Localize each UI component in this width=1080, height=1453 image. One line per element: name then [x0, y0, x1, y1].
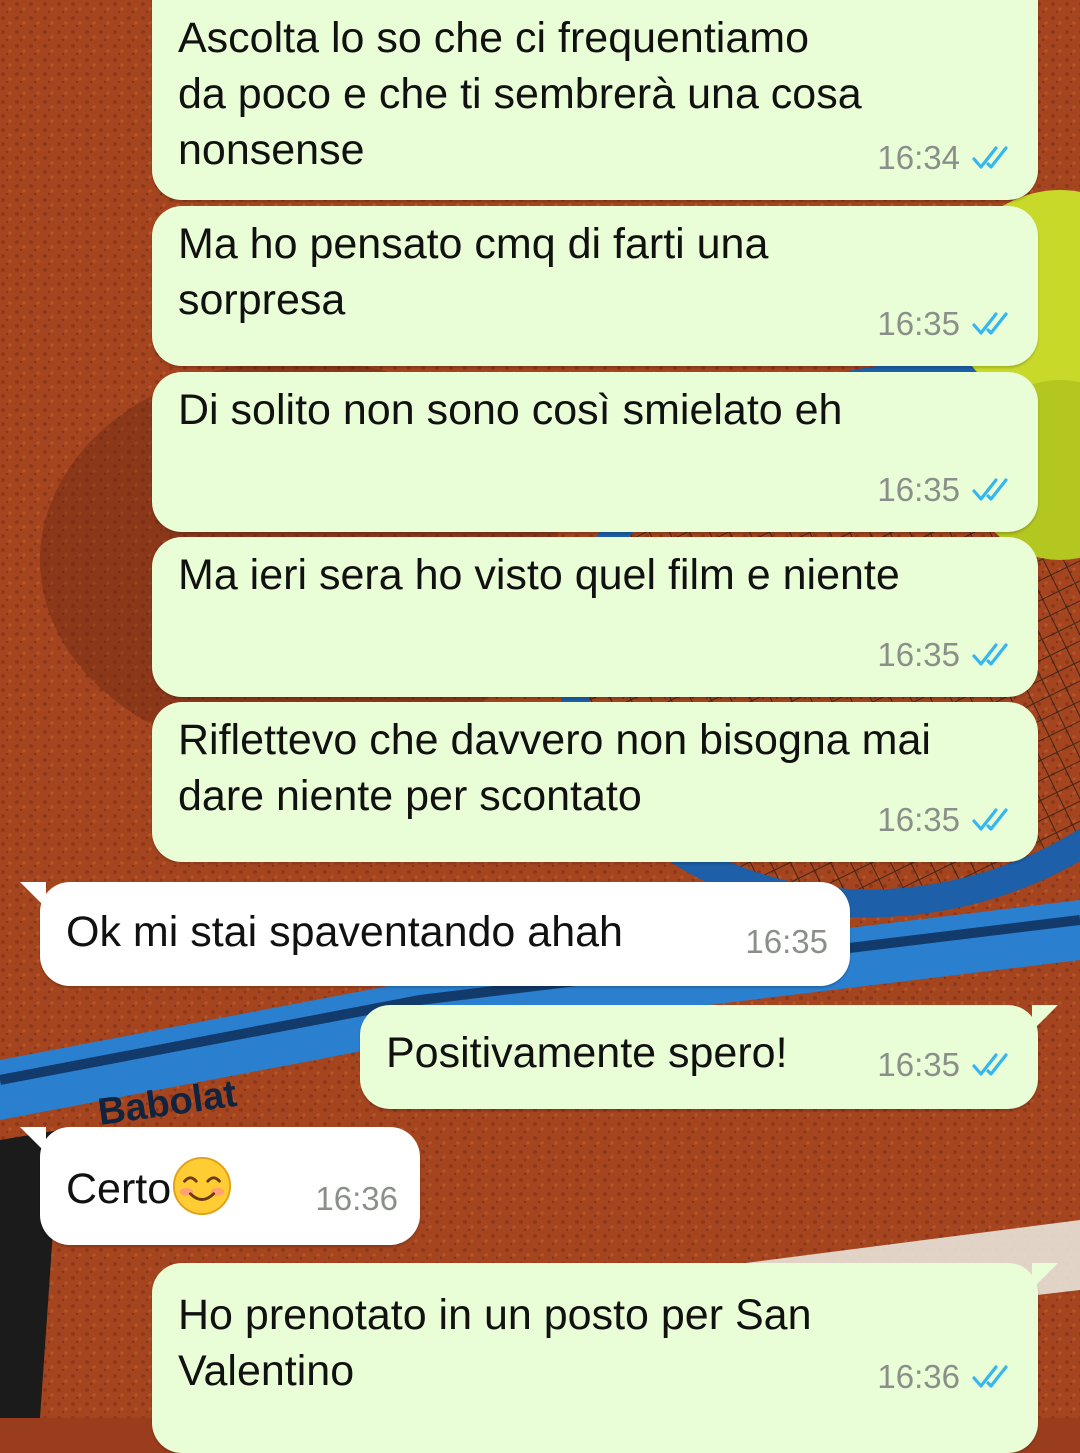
message-bubble-incoming[interactable]: Certo 16:36 — [20, 1127, 420, 1245]
message-time: 16:35 — [877, 636, 960, 673]
message-text: Certo — [66, 1165, 172, 1213]
read-receipt-icon — [972, 146, 1008, 169]
message-bubble-outgoing[interactable]: Riflettevo che davvero non bisogna mai d… — [152, 702, 1038, 862]
message-time: 16:35 — [745, 923, 828, 960]
message-bubble-outgoing[interactable]: Ma ieri sera ho visto quel film e niente… — [152, 537, 1038, 697]
message-time: 16:36 — [315, 1180, 398, 1217]
message-bubble-incoming[interactable]: Ok mi stai spaventando ahah 16:35 — [20, 882, 850, 986]
message-bubble-outgoing[interactable]: Ascolta lo so che ci frequentiamo da poc… — [152, 0, 1038, 200]
read-receipt-icon — [972, 643, 1008, 666]
message-meta: 16:35 — [745, 914, 828, 970]
read-receipt-icon — [972, 808, 1008, 831]
message-meta: 16:35 — [877, 296, 1016, 352]
smiling-face-icon — [173, 1156, 232, 1216]
message-text: Ok mi stai spaventando ahah — [66, 908, 623, 956]
message-text: Di solito non sono così smielato eh — [178, 386, 843, 434]
message-meta: 16:35 — [877, 792, 1016, 848]
message-bubble-outgoing[interactable]: Ma ho pensato cmq di farti una sorpresa … — [152, 206, 1038, 366]
message-meta: 16:35 — [877, 1037, 1016, 1093]
message-text: Ma ieri sera ho visto quel film e niente — [178, 551, 900, 599]
message-time: 16:35 — [877, 801, 960, 838]
message-time: 16:35 — [877, 1046, 960, 1083]
read-receipt-icon — [972, 478, 1008, 501]
message-time: 16:35 — [877, 305, 960, 342]
message-meta: 16:35 — [877, 462, 1016, 518]
message-time: 16:34 — [877, 139, 960, 176]
message-bubble-outgoing[interactable]: Positivamente spero! 16:35 — [360, 1005, 1058, 1109]
read-receipt-icon — [972, 1053, 1008, 1076]
message-meta: 16:36 — [315, 1171, 398, 1227]
message-time: 16:35 — [877, 471, 960, 508]
read-receipt-icon — [972, 312, 1008, 335]
message-time: 16:36 — [877, 1358, 960, 1395]
message-bubble-outgoing[interactable]: Di solito non sono così smielato eh 16:3… — [152, 372, 1038, 532]
message-meta: 16:36 — [877, 1349, 1016, 1405]
message-meta: 16:35 — [877, 627, 1016, 683]
message-bubble-outgoing[interactable]: Ho prenotato in un posto per San Valenti… — [152, 1263, 1058, 1453]
message-meta: 16:34 — [877, 130, 1016, 186]
read-receipt-icon — [972, 1365, 1008, 1388]
